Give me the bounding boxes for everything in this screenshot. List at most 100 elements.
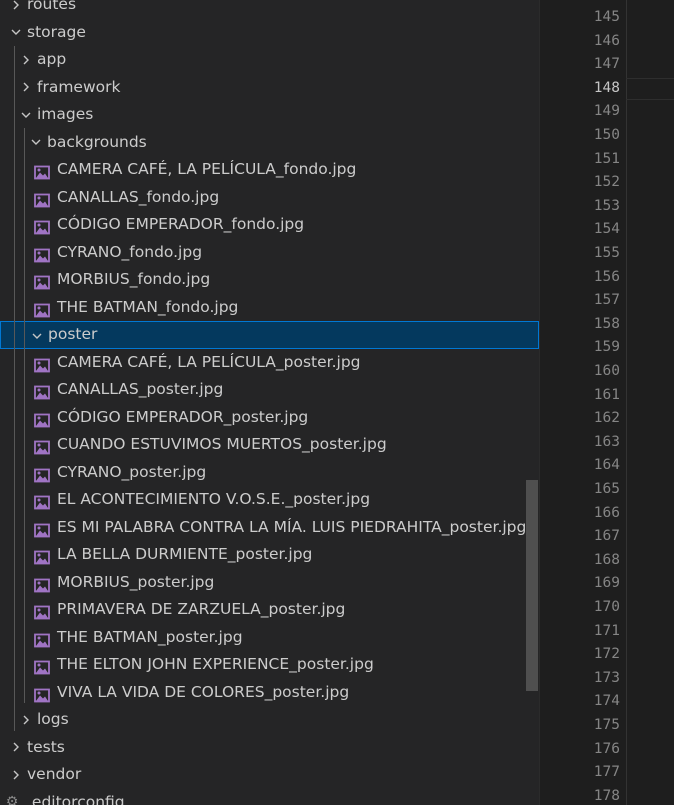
chevron-right-icon[interactable] xyxy=(8,734,24,761)
folder-app[interactable]: app xyxy=(0,46,539,74)
file-morbius-fondo-jpg[interactable]: MORBIUS_fondo.jpg xyxy=(0,266,539,294)
line-number[interactable]: 146 xyxy=(540,30,620,54)
line-number[interactable]: 167 xyxy=(540,525,620,549)
line-number[interactable]: 160 xyxy=(540,360,620,384)
image-file-icon xyxy=(34,465,50,482)
line-number[interactable]: 176 xyxy=(540,738,620,762)
editor-gutter: 145 146 147 148 149 150 151 152 153 154 155 156 157 1… xyxy=(540,0,674,805)
line-number[interactable]: 161 xyxy=(540,384,620,408)
file-la-bella-durmiente-poster-jpg[interactable]: LA BELLA DURMIENTE_poster.jpg xyxy=(0,541,539,569)
chevron-down-icon[interactable] xyxy=(29,322,45,349)
tree-item-label: CUANDO ESTUVIMOS MUERTOS_poster.jpg xyxy=(57,435,387,453)
image-file-icon xyxy=(34,217,50,235)
folder-vendor[interactable]: vendor xyxy=(0,761,539,789)
chevron-right-icon[interactable] xyxy=(18,74,34,101)
tree-item-label: MORBIUS_fondo.jpg xyxy=(57,270,211,288)
tree-item-label: ES MI PALABRA CONTRA LA MÍA. LUIS PIEDRA… xyxy=(57,517,527,536)
tree-item-label: tests xyxy=(27,737,65,756)
folder-tests[interactable]: tests xyxy=(0,734,539,762)
current-line-highlight xyxy=(626,78,674,100)
chevron-right-icon[interactable] xyxy=(8,0,24,18)
line-number[interactable]: 175 xyxy=(540,714,620,738)
folder-framework[interactable]: framework xyxy=(0,74,539,102)
file-the-elton-john-experience-poster-jpg[interactable]: THE ELTON JOHN EXPERIENCE_poster.jpg xyxy=(0,651,539,679)
file-the-batman-poster-jpg[interactable]: THE BATMAN_poster.jpg xyxy=(0,624,539,652)
explorer-scrollbar[interactable] xyxy=(526,480,538,691)
folder-images[interactable]: images xyxy=(0,101,539,129)
line-number[interactable]: 163 xyxy=(540,431,620,455)
line-number[interactable]: 152 xyxy=(540,171,620,195)
line-number[interactable]: 171 xyxy=(540,620,620,644)
line-number[interactable]: 169 xyxy=(540,572,620,596)
file-cyrano-poster-jpg[interactable]: CYRANO_poster.jpg xyxy=(0,459,539,487)
chevron-down-icon[interactable] xyxy=(18,101,34,128)
line-number[interactable]: 174 xyxy=(540,690,620,714)
file-viva-la-vida-de-colores-poster-jpg[interactable]: VIVA LA VIDA DE COLORES_poster.jpg xyxy=(0,679,539,707)
line-number[interactable]: 168 xyxy=(540,549,620,573)
line-number[interactable]: 156 xyxy=(540,266,620,290)
chevron-right-icon[interactable] xyxy=(18,706,34,733)
line-number[interactable]: 157 xyxy=(540,289,620,313)
line-number[interactable]: 155 xyxy=(540,242,620,266)
chevron-down-icon[interactable] xyxy=(28,129,44,156)
tree-item-label: CÓDIGO EMPERADOR_poster.jpg xyxy=(57,407,309,426)
file-the-batman-fondo-jpg[interactable]: THE BATMAN_fondo.jpg xyxy=(0,294,539,322)
folder-storage[interactable]: storage xyxy=(0,19,539,47)
image-file-icon xyxy=(34,190,50,207)
file-cyrano-fondo-jpg[interactable]: CYRANO_fondo.jpg xyxy=(0,239,539,267)
chevron-right-icon[interactable] xyxy=(8,761,24,788)
line-number[interactable]: 178 xyxy=(540,785,620,805)
tree-item-label: THE BATMAN_fondo.jpg xyxy=(57,297,239,316)
chevron-down-icon[interactable] xyxy=(8,19,24,46)
file-camera-caf-la-pel-cula-fondo-jpg[interactable]: CAMERA CAFÉ, LA PELÍCULA_fondo.jpg xyxy=(0,156,539,184)
line-number[interactable]: 158 xyxy=(540,313,620,337)
folder-backgrounds[interactable]: backgrounds xyxy=(0,129,539,157)
image-file-icon xyxy=(34,162,50,180)
folder-logs[interactable]: logs xyxy=(0,706,539,734)
gutter-ruler xyxy=(626,0,627,805)
line-number[interactable]: 149 xyxy=(540,100,620,124)
line-number[interactable]: 164 xyxy=(540,454,620,478)
folder-routes[interactable]: routes xyxy=(0,0,539,19)
image-file-icon xyxy=(34,520,50,537)
line-number[interactable]: 162 xyxy=(540,407,620,431)
line-number[interactable]: 170 xyxy=(540,596,620,620)
tree-item-label: VIVA LA VIDA DE COLORES_poster.jpg xyxy=(57,682,350,701)
line-number[interactable]: 147 xyxy=(540,53,620,77)
tree-item-label: backgrounds xyxy=(47,132,147,151)
file-c-digo-emperador-fondo-jpg[interactable]: CÓDIGO EMPERADOR_fondo.jpg xyxy=(0,211,539,239)
image-file-icon xyxy=(34,602,50,620)
line-number[interactable]: 153 xyxy=(540,195,620,219)
image-file-icon xyxy=(34,410,50,427)
line-number[interactable]: 166 xyxy=(540,502,620,526)
file-camera-caf-la-pel-cula-poster-jpg[interactable]: CAMERA CAFÉ, LA PELÍCULA_poster.jpg xyxy=(0,349,539,377)
line-number[interactable]: 150 xyxy=(540,124,620,148)
tree-item-label: THE BATMAN_poster.jpg xyxy=(57,627,243,646)
line-number[interactable]: 173 xyxy=(540,667,620,691)
image-file-icon xyxy=(34,630,50,647)
file-canallas-poster-jpg[interactable]: CANALLAS_poster.jpg xyxy=(0,376,539,404)
file-explorer: routes storage app framework images backgroun… xyxy=(0,0,539,805)
line-number[interactable]: 177 xyxy=(540,761,620,785)
file-primavera-de-zarzuela-poster-jpg[interactable]: PRIMAVERA DE ZARZUELA_poster.jpg xyxy=(0,596,539,624)
line-number[interactable]: 151 xyxy=(540,148,620,172)
file-cuando-estuvimos-muertos-poster-jpg[interactable]: CUANDO ESTUVIMOS MUERTOS_poster.jpg xyxy=(0,431,539,459)
tree-item-label: CAMERA CAFÉ, LA PELÍCULA_poster.jpg xyxy=(57,352,361,371)
line-number[interactable]: 148 xyxy=(540,77,620,101)
chevron-right-icon[interactable] xyxy=(18,46,34,73)
file-morbius-poster-jpg[interactable]: MORBIUS_poster.jpg xyxy=(0,569,539,597)
file-tree: routes storage app framework images backgroun… xyxy=(0,0,539,805)
folder-poster[interactable]: poster xyxy=(0,321,539,349)
line-number[interactable]: 159 xyxy=(540,336,620,360)
line-number[interactable]: 145 xyxy=(540,6,620,30)
line-number[interactable]: 172 xyxy=(540,643,620,667)
file-editorconfig[interactable]: ⚙ .editorconfig xyxy=(0,789,539,805)
line-number[interactable]: 154 xyxy=(540,218,620,242)
tree-item-label: CANALLAS_fondo.jpg xyxy=(57,187,220,206)
file-canallas-fondo-jpg[interactable]: CANALLAS_fondo.jpg xyxy=(0,184,539,212)
vscode-window: routes storage app framework images backgroun… xyxy=(0,0,674,805)
file-el-acontecimiento-v-o-s-e-poster-jpg[interactable]: EL ACONTECIMIENTO V.O.S.E._poster.jpg xyxy=(0,486,539,514)
file-c-digo-emperador-poster-jpg[interactable]: CÓDIGO EMPERADOR_poster.jpg xyxy=(0,404,539,432)
file-es-mi-palabra-contra-la-m-a-luis-piedrahita-poster-jpg[interactable]: ES MI PALABRA CONTRA LA MÍA. LUIS PIEDRA… xyxy=(0,514,539,542)
line-number[interactable]: 165 xyxy=(540,478,620,502)
